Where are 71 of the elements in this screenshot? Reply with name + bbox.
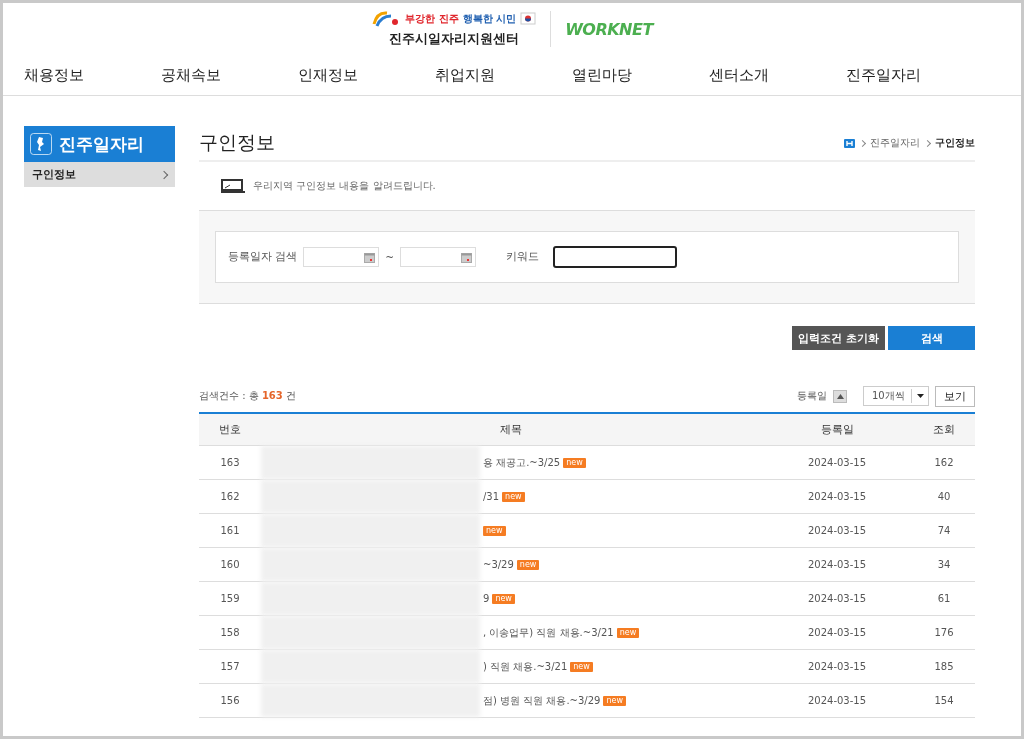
- column-header: 조회: [913, 413, 975, 446]
- slogan-text: 행복한 시민: [462, 12, 517, 26]
- nav-menu-item[interactable]: 공채속보: [161, 65, 221, 85]
- date-field[interactable]: [400, 247, 477, 267]
- caret-icon: [916, 394, 924, 398]
- new-badge: new: [492, 593, 515, 604]
- view-button[interactable]: 보기: [935, 385, 975, 407]
- table-cell: 2024-03-15: [761, 581, 913, 616]
- new-badge: new: [616, 627, 640, 638]
- keyword-label: 키워드: [506, 250, 540, 264]
- nav-menu-item[interactable]: 열린마당: [572, 65, 632, 85]
- job-title-link[interactable]: 용 재공고.~3/25: [483, 455, 561, 470]
- date-search-label: 등록일자 검색: [228, 250, 298, 264]
- page-title: 구인정보: [199, 130, 275, 155]
- sort-label: 등록일: [797, 389, 827, 403]
- table-cell: 74: [913, 513, 975, 548]
- slogan-text: 부강한 진주: [405, 12, 459, 26]
- table-cell: 2024-03-15: [761, 445, 913, 480]
- center-name: 진주시일자리지원센터: [388, 30, 519, 48]
- new-badge: new: [603, 695, 626, 706]
- column-header: 제목: [261, 413, 761, 446]
- table-cell: 2024-03-15: [761, 513, 913, 548]
- search-button[interactable]: 검색: [888, 326, 975, 350]
- nav-menu-item[interactable]: 진주일자리: [846, 65, 921, 85]
- nav-menu-item[interactable]: 채용정보: [24, 65, 84, 85]
- column-header: 등록일: [761, 413, 913, 446]
- result-count: 검색건수 : 총 163 건: [199, 389, 296, 403]
- reset-button[interactable]: 입력조건 초기화: [792, 326, 885, 350]
- table-cell: 2024-03-15: [761, 479, 913, 514]
- table-cell: 176: [913, 615, 975, 650]
- sort-ascending-icon[interactable]: [833, 389, 847, 403]
- job-title-link[interactable]: ~3/29: [483, 559, 514, 570]
- new-badge: new: [516, 559, 540, 570]
- job-title-link[interactable]: 9: [483, 593, 490, 604]
- job-title-link[interactable]: /31: [483, 491, 500, 502]
- range-separator: ~: [385, 251, 395, 263]
- table-cell: 2024-03-15: [761, 547, 913, 582]
- job-title-link[interactable]: , 이송업무) 직원 채용.~3/21: [483, 625, 614, 640]
- table-cell: 154: [913, 683, 975, 718]
- page-size-select[interactable]: 10개씩: [863, 386, 929, 406]
- calendar-icon[interactable]: [364, 251, 376, 263]
- nav-menu-item[interactable]: 취업지원: [435, 65, 495, 85]
- table-cell: 34: [913, 547, 975, 582]
- date-field[interactable]: [303, 247, 380, 267]
- home-icon[interactable]: [844, 138, 855, 148]
- intro-text: 우리지역 구인정보 내용을 알려드립니다.: [253, 179, 436, 193]
- breadcrumb-link[interactable]: 구인정보: [935, 136, 975, 150]
- monitor-icon: [221, 179, 245, 193]
- table-cell: 2024-03-15: [761, 615, 913, 650]
- table-cell: 40: [913, 479, 975, 514]
- column-header: 번호: [199, 413, 261, 446]
- table-cell: 61: [913, 581, 975, 616]
- breadcrumb-link[interactable]: 진주일자리: [870, 136, 920, 150]
- new-badge: new: [570, 661, 593, 672]
- nav-menu-item[interactable]: 센터소개: [709, 65, 769, 85]
- sidebar-title: 진주일자리: [59, 132, 144, 156]
- keyword-field[interactable]: [553, 246, 678, 268]
- nav-menu-item[interactable]: 인재정보: [298, 65, 358, 85]
- table-cell: 185: [913, 649, 975, 684]
- job-title-link[interactable]: 점) 병원 직원 채용.~3/29: [483, 693, 601, 708]
- new-badge: new: [483, 525, 506, 536]
- table-cell: 162: [913, 445, 975, 480]
- table-cell: 2024-03-15: [761, 649, 913, 684]
- sidebar-item[interactable]: 구인정보: [24, 162, 175, 187]
- map-icon: [30, 133, 52, 155]
- new-badge: new: [502, 491, 525, 502]
- new-badge: new: [563, 457, 586, 468]
- table-cell: 2024-03-15: [761, 683, 913, 718]
- flag-icon: [520, 12, 537, 26]
- job-title-link[interactable]: ) 직원 채용.~3/21: [483, 659, 568, 674]
- calendar-icon[interactable]: [461, 251, 473, 263]
